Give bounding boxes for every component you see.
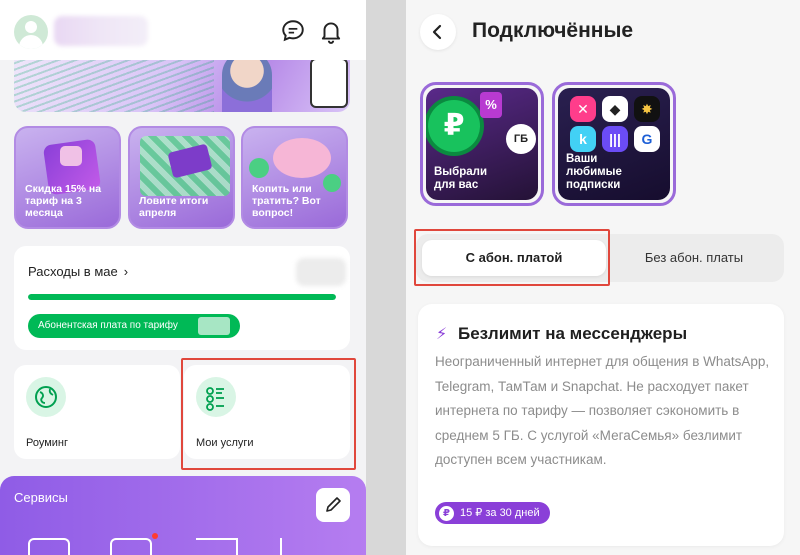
expenses-card[interactable]: Расходы в мае › Абонентская плата по тари… (14, 246, 350, 350)
expenses-progress-fill (28, 294, 336, 300)
chevron-right-icon: › (123, 264, 129, 279)
fee-amount-blurred (198, 317, 230, 335)
banner-person-image (222, 56, 272, 112)
tile-caption: Копить или тратить? Вот вопрос! (252, 183, 321, 219)
lightning-icon: ⚡ (436, 326, 448, 343)
service-shortcut[interactable] (110, 538, 152, 555)
service-shortcut[interactable] (196, 538, 238, 555)
coin-icon (249, 158, 269, 178)
tile-caption: Скидка 15% на тариф на 3 месяца (25, 183, 102, 219)
sound-app-icon: ||| (602, 126, 628, 152)
services-list-icon (196, 377, 236, 417)
story-image: ✕ ◆ ✸ k ||| G Ваши любимые подписки (558, 88, 670, 200)
expenses-amount-blurred (296, 258, 346, 286)
price-badge: ₽ 15 ₽ за 30 дней (435, 502, 550, 524)
story-image: ₽ % ГБ Выбрали для вас (426, 88, 538, 200)
story-tile-discount[interactable]: Скидка 15% на тариф на 3 месяца (14, 126, 121, 229)
left-screen: Скидка 15% на тариф на 3 месяца Ловите и… (0, 0, 366, 555)
tile-caption: Ловите итоги апреля (139, 195, 209, 219)
user-name-blurred (54, 16, 148, 46)
service-shortcut[interactable] (280, 538, 300, 555)
fee-label: Абонентская плата по тарифу (38, 320, 178, 331)
services-section: Сервисы (0, 476, 366, 555)
gb-icon: ГБ (506, 124, 536, 154)
globe-icon (26, 377, 66, 417)
banner-decoration (14, 56, 214, 112)
expenses-progress (28, 294, 336, 300)
story-tile-april[interactable]: Ловите итоги апреля (128, 126, 235, 229)
my-services-label: Мои услуги (196, 437, 254, 449)
percent-icon: % (480, 92, 502, 118)
banner-phone-image (310, 58, 348, 108)
chevron-left-icon (432, 24, 442, 40)
fee-badge[interactable]: Абонентская плата по тарифу (28, 314, 240, 338)
expenses-heading: Расходы в мае › (28, 264, 128, 279)
back-button[interactable] (420, 14, 456, 50)
service-shortcut[interactable] (28, 538, 70, 555)
plus-app-icon: ✕ (570, 96, 596, 122)
promo-banner[interactable] (14, 56, 350, 112)
services-title: Сервисы (14, 490, 68, 505)
story-chosen-for-you[interactable]: ₽ % ГБ Выбрали для вас (420, 82, 544, 206)
chat-icon[interactable] (280, 18, 306, 44)
g-app-icon: G (634, 126, 660, 152)
story-favorite-subscriptions[interactable]: ✕ ◆ ✸ k ||| G Ваши любимые подписки (552, 82, 676, 206)
avatar[interactable] (14, 15, 48, 49)
expenses-title: Расходы в мае (28, 264, 118, 279)
tab-without-fee[interactable]: Без абон. платы (610, 240, 778, 276)
heart-icon (60, 146, 82, 166)
bell-icon[interactable] (318, 18, 344, 44)
cat-app-icon: ◆ (602, 96, 628, 122)
my-services-card[interactable]: Мои услуги (184, 365, 350, 459)
notification-dot (152, 533, 158, 539)
roaming-card[interactable]: Роуминг (14, 365, 180, 459)
service-card[interactable]: ⚡ Безлимит на мессенджеры Неограниченный… (418, 304, 784, 546)
story-caption: Выбрали для вас (434, 166, 488, 191)
story-caption: Ваши любимые подписки (566, 153, 622, 191)
tab-with-fee[interactable]: С абон. платой (422, 240, 606, 276)
ruble-icon: ₽ (439, 505, 454, 521)
story-tile-savings[interactable]: Копить или тратить? Вот вопрос! (241, 126, 348, 229)
roaming-label: Роуминг (26, 437, 69, 449)
star-app-icon: ✸ (634, 96, 660, 122)
service-title: Безлимит на мессенджеры (458, 324, 688, 343)
fee-segmented-control: С абон. платой Без абон. платы (416, 234, 784, 282)
piggy-bank-icon (273, 138, 331, 178)
pencil-icon (326, 497, 341, 512)
edit-button[interactable] (316, 488, 350, 522)
page-title: Подключённые (472, 19, 634, 42)
right-screen: Подключённые ₽ % ГБ Выбрали для вас ✕ ◆ … (406, 0, 800, 555)
ruble-icon: ₽ (428, 100, 480, 152)
top-bar (0, 0, 366, 60)
price-label: 15 ₽ за 30 дней (460, 507, 540, 519)
k-app-icon: k (570, 126, 596, 152)
service-description: Неограниченный интернет для общения в Wh… (435, 354, 770, 468)
